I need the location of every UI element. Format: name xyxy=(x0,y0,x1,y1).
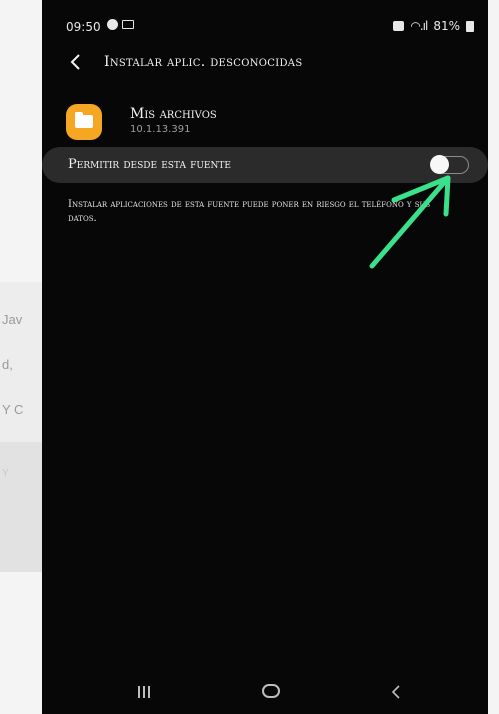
background-panel-dark xyxy=(0,442,44,572)
app-header: Instalar aplic. desconocidas xyxy=(42,46,488,78)
battery-icon xyxy=(466,20,474,32)
allow-source-setting[interactable]: Permitir desde esta fuente xyxy=(42,147,488,183)
background-text: Y C xyxy=(2,402,24,417)
phone-screen: 09:50 ◠.ıl 81% Instalar aplic. desconoci… xyxy=(42,0,488,714)
image-icon xyxy=(122,20,134,29)
allow-source-label: Permitir desde esta fuente xyxy=(68,157,231,172)
notification-dot-icon xyxy=(107,19,118,30)
background-text: Y xyxy=(2,468,9,479)
battery-percent: 81% xyxy=(433,19,460,33)
recents-icon[interactable] xyxy=(138,686,154,700)
allow-source-switch[interactable] xyxy=(430,155,469,174)
switch-knob xyxy=(430,155,449,174)
background-text: d, xyxy=(2,357,13,372)
folder-icon xyxy=(66,104,102,140)
app-version: 10.1.13.391 xyxy=(130,124,191,135)
wifi-signal-icon: ◠.ıl xyxy=(410,19,428,33)
navigation-bar xyxy=(42,678,488,710)
background-text: Jav xyxy=(2,312,23,327)
chevron-left-icon[interactable] xyxy=(66,52,86,72)
app-info: Mis archivos 10.1.13.391 xyxy=(66,104,446,144)
app-name: Mis archivos xyxy=(130,106,217,122)
security-warning: Instalar aplicaciones de esta fuente pue… xyxy=(68,199,431,224)
back-icon[interactable] xyxy=(388,683,404,701)
status-time: 09:50 xyxy=(66,20,101,34)
status-bar: 09:50 ◠.ıl 81% xyxy=(42,18,488,40)
page-title: Instalar aplic. desconocidas xyxy=(104,54,303,70)
home-icon[interactable] xyxy=(262,684,280,698)
alarm-icon xyxy=(393,21,405,31)
